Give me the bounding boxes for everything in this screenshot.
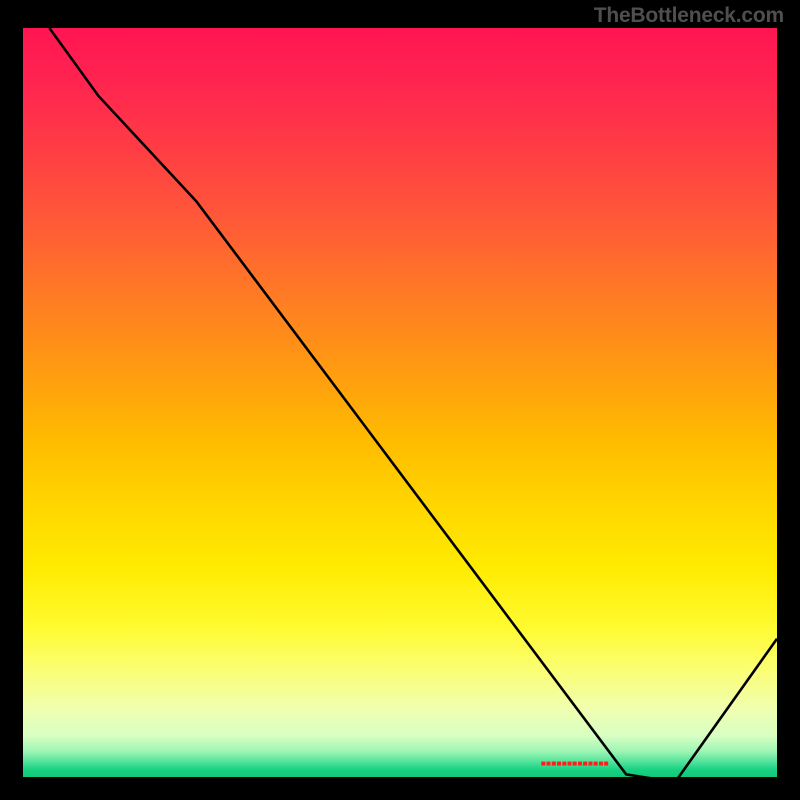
optimum-marker: ■■■■■■■■■■■■■	[541, 760, 609, 768]
attribution-label: TheBottleneck.com	[594, 4, 784, 28]
bottleneck-curve	[23, 28, 777, 782]
plot-area: ■■■■■■■■■■■■■	[23, 28, 777, 777]
chart-frame: TheBottleneck.com ■■■■■■■■■■■■■	[0, 0, 800, 800]
